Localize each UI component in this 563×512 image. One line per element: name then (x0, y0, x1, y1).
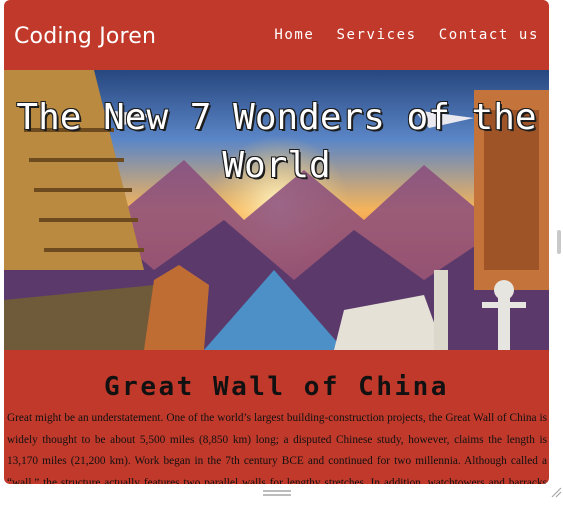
resize-handle-icon[interactable] (263, 490, 291, 496)
section-body: Great might be an understatement. One of… (7, 412, 547, 484)
hero-banner: The New 7 Wonders of the World (4, 70, 549, 350)
scrollbar-thumb[interactable] (557, 230, 561, 254)
page-frame: Coding Joren Home Services Contact us Th… (4, 0, 549, 484)
nav-links: Home Services Contact us (274, 27, 539, 43)
nav-services[interactable]: Services (336, 27, 416, 43)
resize-grip-icon[interactable] (550, 486, 562, 498)
navbar: Coding Joren Home Services Contact us (4, 0, 549, 70)
nav-home[interactable]: Home (274, 27, 314, 43)
hero-title: The New 7 Wonders of the World (16, 97, 537, 186)
brand-logo[interactable]: Coding Joren (14, 24, 156, 49)
section-title: Great Wall of China (104, 372, 449, 402)
nav-contact[interactable]: Contact us (439, 27, 539, 43)
